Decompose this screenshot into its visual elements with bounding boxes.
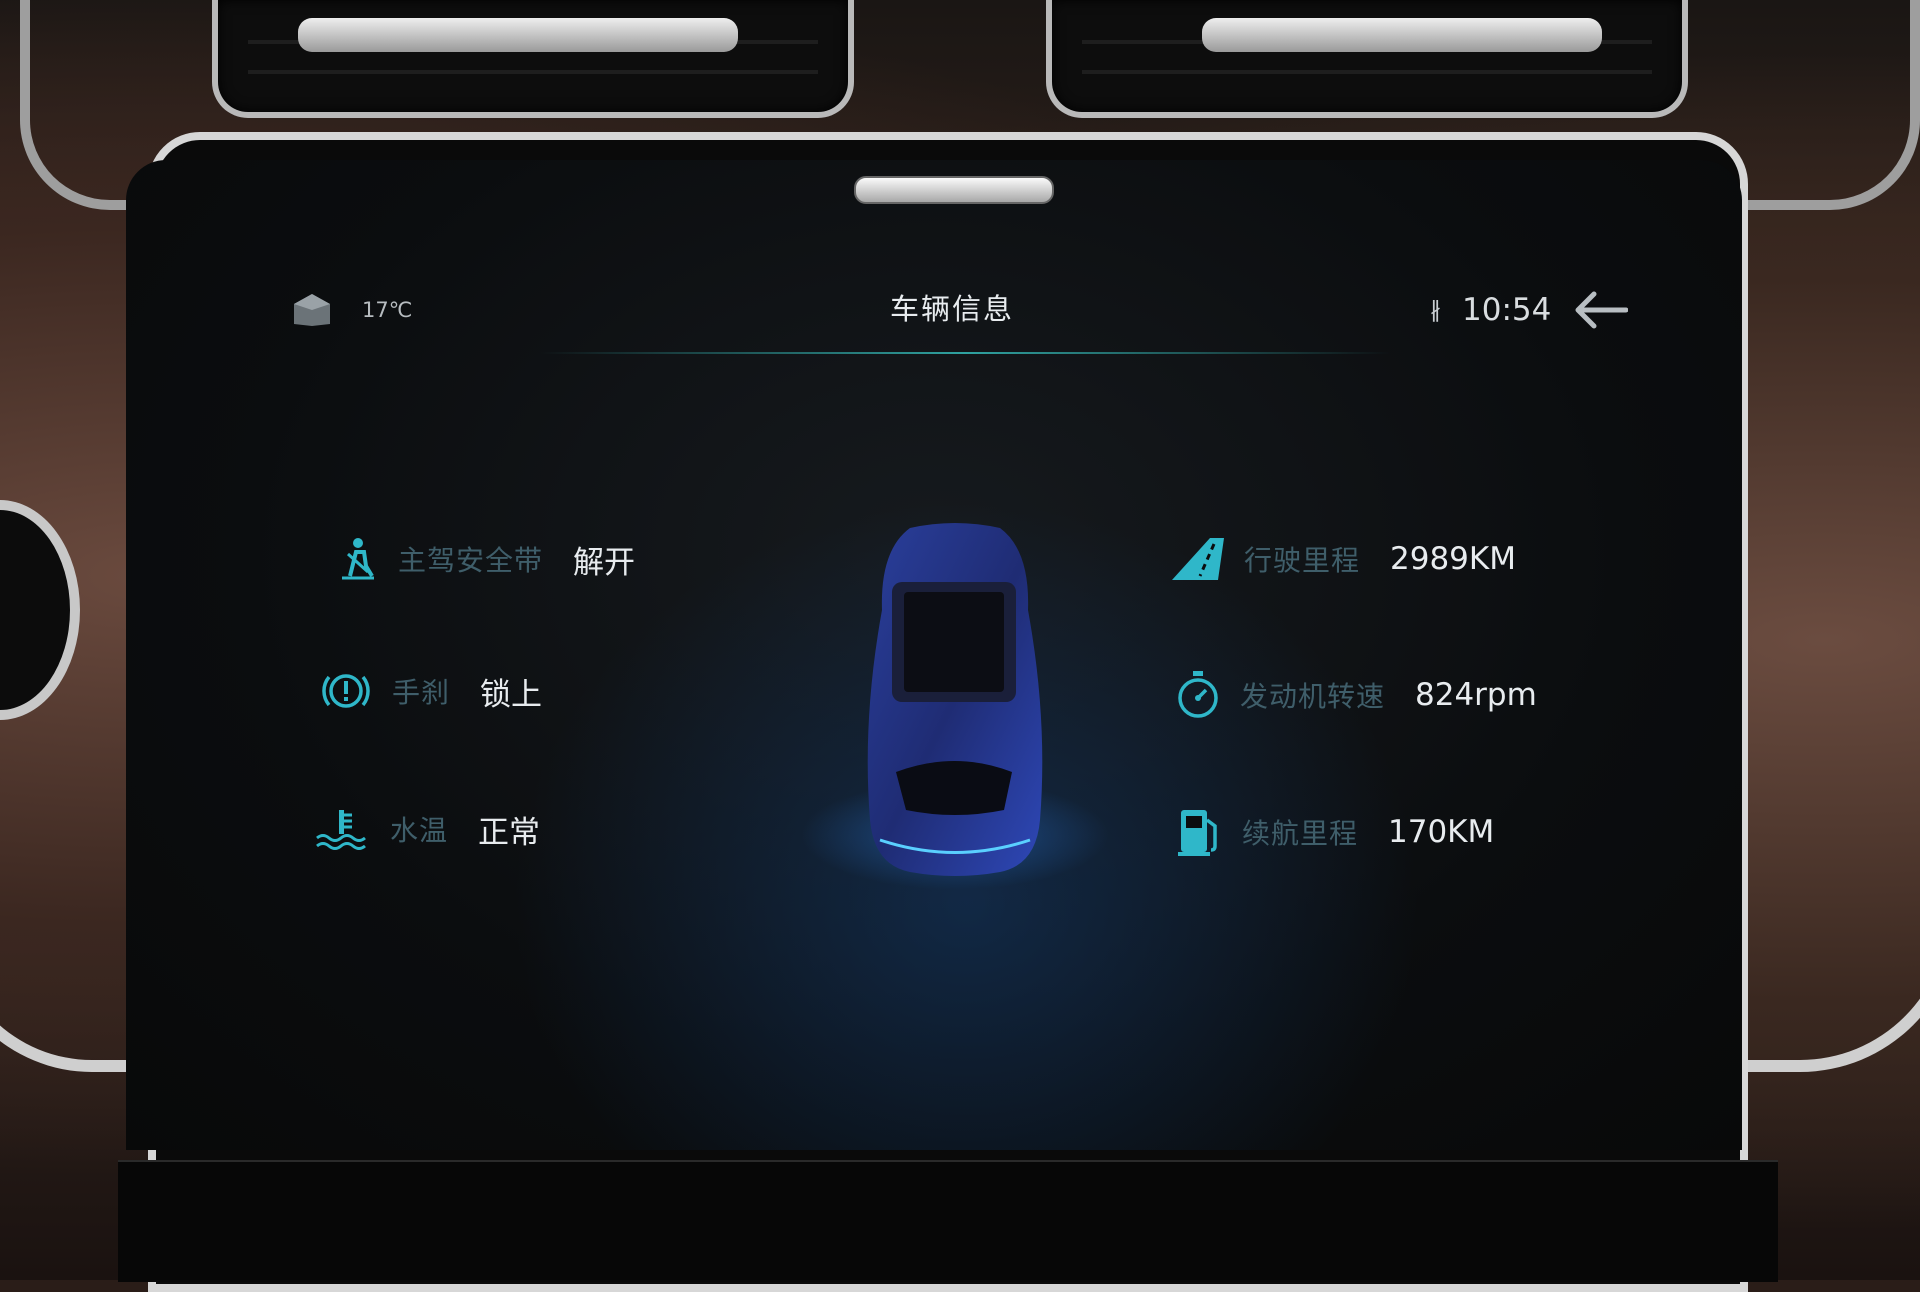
vent-fin[interactable] bbox=[298, 18, 738, 52]
stopwatch-icon bbox=[1178, 671, 1218, 718]
screen-lower-panel bbox=[118, 1160, 1778, 1282]
page-title: 车辆信息 bbox=[890, 292, 1015, 326]
engine-rpm-value: 824rpm bbox=[1415, 677, 1537, 713]
vent-slat bbox=[1082, 70, 1652, 74]
air-vent-right bbox=[1046, 0, 1688, 118]
parking-brake-icon bbox=[322, 674, 370, 708]
engine-rpm-label: 发动机转速 bbox=[1240, 680, 1386, 713]
list-item-range[interactable]: 续航里程 170KM bbox=[1176, 806, 1494, 858]
outside-temperature: 17℃ bbox=[362, 298, 413, 322]
vent-slat bbox=[248, 70, 818, 74]
fuel-pump-icon bbox=[1178, 810, 1217, 856]
parking-brake-label: 手刹 bbox=[392, 676, 451, 709]
range-label: 续航里程 bbox=[1242, 817, 1359, 850]
mileage-label: 行驶里程 bbox=[1244, 544, 1361, 577]
coolant-temp-icon bbox=[316, 810, 366, 850]
home-icon[interactable] bbox=[292, 292, 332, 328]
list-item-parking-brake[interactable]: 手刹 锁上 bbox=[318, 668, 542, 714]
camera-sensor bbox=[854, 176, 1054, 204]
clock-time: 10:54 bbox=[1462, 292, 1552, 328]
seatbelt-icon bbox=[342, 538, 374, 580]
seatbelt-label: 主驾安全带 bbox=[398, 544, 544, 577]
air-vent-left bbox=[212, 0, 854, 118]
coolant-temp-value: 正常 bbox=[478, 814, 541, 851]
vent-fin[interactable] bbox=[1202, 18, 1602, 52]
parking-brake-value: 锁上 bbox=[480, 676, 543, 713]
list-item-seatbelt[interactable]: 主驾安全带 解开 bbox=[334, 536, 635, 582]
coolant-temp-label: 水温 bbox=[390, 814, 449, 847]
list-item-coolant-temp[interactable]: 水温 正常 bbox=[314, 806, 540, 852]
list-item-engine-rpm[interactable]: 发动机转速 824rpm bbox=[1174, 670, 1537, 720]
car-top-view bbox=[867, 523, 1043, 876]
seatbelt-value: 解开 bbox=[573, 544, 636, 581]
back-arrow-icon[interactable] bbox=[1572, 290, 1628, 330]
mileage-value: 2989KM bbox=[1390, 541, 1516, 577]
range-value: 170KM bbox=[1388, 814, 1495, 850]
list-item-mileage[interactable]: 行驶里程 2989KM bbox=[1170, 536, 1516, 582]
bluetooth-icon: ∦ bbox=[1430, 298, 1441, 323]
road-icon bbox=[1172, 538, 1224, 580]
header-divider bbox=[540, 352, 1390, 354]
